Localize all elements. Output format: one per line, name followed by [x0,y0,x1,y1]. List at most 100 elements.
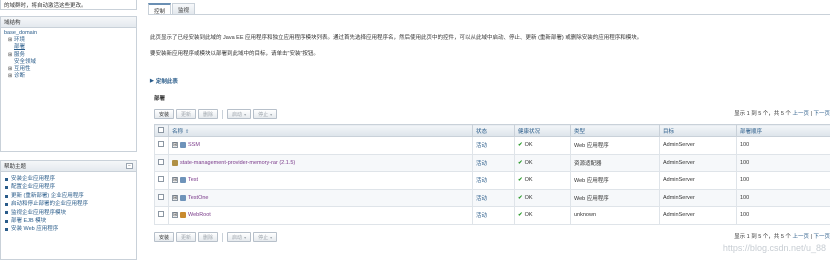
check-icon: ✔ [518,159,523,166]
tree-node-label[interactable]: 部署 [14,44,25,51]
tree-node-label[interactable]: 安全领域 [14,59,36,66]
table-row[interactable]: ⊞ Test 活动 ✔ OK Web 应用程序 AdminServer 100 [154,171,830,190]
help-link[interactable]: 配置企业应用程序 [11,183,55,191]
start-dropdown[interactable]: 启动 ▾ [227,232,252,242]
delete-button[interactable]: 删除 [198,232,219,242]
pager-next[interactable]: 下一页 [813,111,830,117]
row-checkbox[interactable] [158,211,164,218]
bottom-toolbar: 安装 更新 删除 启动 ▾ 停止 ▾ 显示 1 到 5 个，共 5 个 上一页 | … [154,231,830,243]
health-value: OK [524,142,533,149]
minimize-icon[interactable]: − [126,163,133,169]
help-link[interactable]: 安装企业应用程序 [11,175,55,183]
column-header-health[interactable]: 健康状况 [514,124,571,137]
library-icon [172,159,178,166]
column-header-type[interactable]: 类型 [570,124,660,137]
expand-icon[interactable]: ⊞ [172,177,178,184]
table-title: 部署 [154,96,166,102]
target-value: AdminServer [659,153,737,172]
type-value: unknown [570,206,660,225]
health-value: OK [524,159,533,166]
help-item[interactable]: 更新 (重新部署) 企业应用程序 [5,192,132,200]
domain-tree: base_domain ⊞ 环境 部署 ⊞ 服务 安全领域 ⊞ 互用性 ⊞ 诊断 [1,28,136,82]
row-checkbox[interactable] [158,158,164,165]
tree-node-security-realms[interactable]: 安全领域 [4,59,133,66]
install-button[interactable]: 安装 [154,109,175,119]
install-button[interactable]: 安装 [154,232,175,242]
table-row[interactable]: ⊞ TestOne 活动 ✔ OK Web 应用程序 AdminServer 100 [154,188,830,207]
help-link[interactable]: 更新 (重新部署) 企业应用程序 [11,192,84,200]
deployment-name-link[interactable]: state-management-provider-memory-rar (2.… [180,160,295,166]
help-item[interactable]: 监视企业应用程序模块 [5,209,132,217]
help-item[interactable]: 配置企业应用程序 [5,183,132,191]
column-header-targets[interactable]: 目标 [659,124,737,137]
tree-node-diagnostics[interactable]: ⊞ 诊断 [4,73,133,80]
pager-prev[interactable]: 上一页 [792,111,809,117]
top-toolbar: 安装 更新 删除 启动 ▾ 停止 ▾ 显示 1 到 5 个，共 5 个 上一页 | … [154,108,830,120]
expand-icon[interactable]: ⊞ [172,212,178,219]
deployment-name-link[interactable]: SSM [188,142,200,148]
customize-table-label[interactable]: 定制此表 [156,77,178,85]
row-checkbox[interactable] [158,193,164,200]
help-topics-title: 帮助主题 [4,164,27,170]
top-pager: 显示 1 到 5 个，共 5 个 上一页 | 下一页 [734,111,830,117]
expand-triangle-icon[interactable]: ▶ [150,78,154,84]
help-link[interactable]: 部署 EJB 模块 [11,217,46,225]
deployment-name-link[interactable]: Test [188,177,198,183]
state-value: 活动 [476,195,488,202]
bullet-icon [5,186,8,190]
tree-node-label[interactable]: 诊断 [14,73,25,80]
deployment-name-link[interactable]: WebRoot [188,212,211,218]
table-row[interactable]: ⊞ SSM 活动 ✔ OK Web 应用程序 AdminServer 100 [154,136,830,155]
help-topics-panel: 帮助主题 − 安装企业应用程序 配置企业应用程序 更新 (重新部署) 企业应用程… [0,160,137,260]
stop-dropdown[interactable]: 停止 ▾ [253,109,278,119]
help-item[interactable]: 安装企业应用程序 [5,175,132,183]
pager-prev[interactable]: 上一页 [792,234,809,240]
tree-node-label[interactable]: 服务 [14,52,25,59]
sort-ascending-icon[interactable]: ⇧ [185,129,189,135]
tab-control[interactable]: 控制 [148,3,172,15]
select-all-cell[interactable] [154,124,169,137]
select-all-checkbox[interactable] [158,126,164,133]
main-content: 控制 监视 此页显示了已经安装到此域的 Java EE 应用程序和独立应用程序模… [146,0,830,263]
update-button[interactable]: 更新 [176,232,197,242]
tree-node-services[interactable]: ⊞ 服务 [4,52,133,59]
web-app-icon [180,194,186,201]
customize-table-toggle[interactable]: ▶ 定制此表 [150,77,178,85]
expand-icon[interactable]: ⊞ [172,142,178,149]
help-link[interactable]: 安装 Web 应用程序 [11,225,58,233]
deployment-name-link[interactable]: TestOne [188,195,208,201]
table-row[interactable]: state-management-provider-memory-rar (2.… [154,153,830,172]
domain-structure-header: 域结构 [1,17,136,28]
help-link[interactable]: 监视企业应用程序模块 [11,209,66,217]
column-label[interactable]: 名称 [172,129,183,135]
update-button[interactable]: 更新 [176,109,197,119]
help-item[interactable]: 部署 EJB 模块 [5,217,132,225]
column-header-state[interactable]: 状态 [472,124,515,137]
row-checkbox[interactable] [158,176,164,183]
type-value: 资源适配器 [570,153,660,172]
order-value: 100 [736,188,830,207]
type-value: Web 应用程序 [570,171,660,190]
stop-dropdown[interactable]: 停止 ▾ [253,232,278,242]
delete-button[interactable]: 删除 [198,109,219,119]
help-item[interactable]: 安装 Web 应用程序 [5,225,132,233]
bottom-pager: 显示 1 到 5 个，共 5 个 上一页 | 下一页 [734,234,830,240]
tab-monitoring[interactable]: 监视 [172,3,196,14]
start-dropdown[interactable]: 启动 ▾ [227,109,252,119]
tree-node-deployments[interactable]: 部署 [4,44,133,51]
column-header-name[interactable]: 名称 ⇧ [168,124,473,137]
pager-next[interactable]: 下一页 [813,234,830,240]
column-header-order[interactable]: 部署顺序 [736,124,830,137]
help-link[interactable]: 启动和停止部署的企业应用程序 [11,200,88,208]
domain-structure-title: 域结构 [4,20,21,26]
health-value: OK [524,177,533,184]
expand-icon[interactable]: ⊞ [172,194,178,201]
watermark: https://blog.csdn.net/u_88 [722,243,826,253]
row-checkbox[interactable] [158,141,164,148]
left-column: 的域群时，将自动激活这些更改。 域结构 base_domain ⊞ 环境 部署 … [0,0,137,263]
table-row[interactable]: ⊞ WebRoot 活动 ✔ OK unknown AdminServer 100 [154,206,830,225]
state-value: 活动 [476,178,488,185]
help-item[interactable]: 启动和停止部署的企业应用程序 [5,200,132,208]
toolbar-divider [222,232,224,242]
pager-summary: 显示 1 到 5 个，共 5 个 [734,111,791,117]
